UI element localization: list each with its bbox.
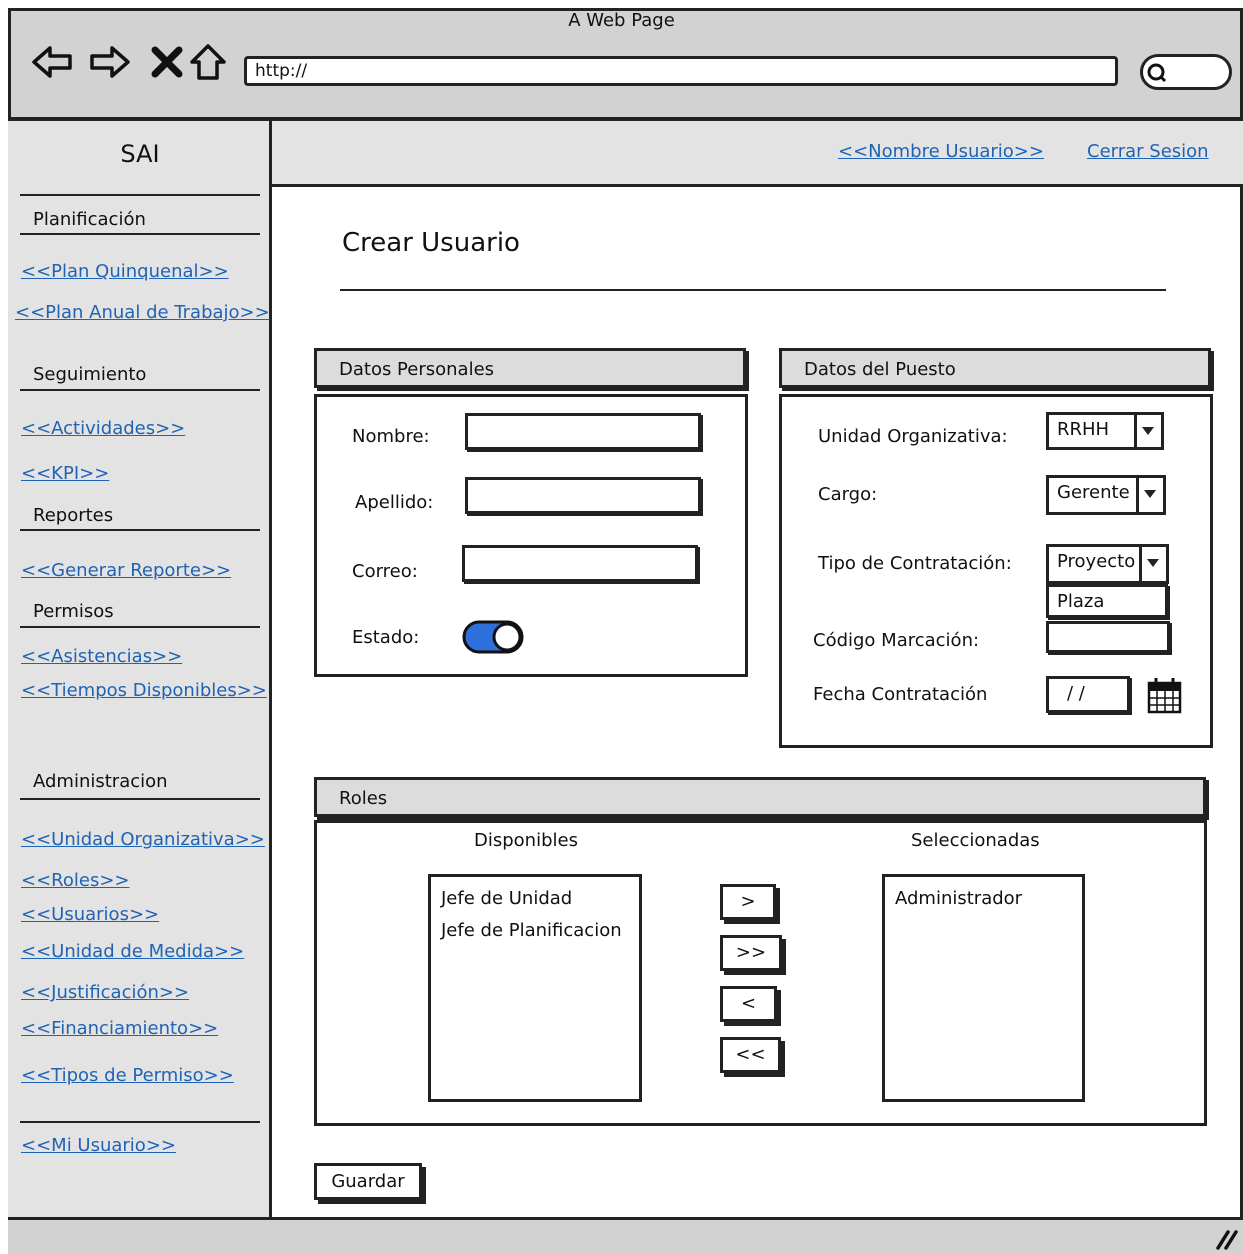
sidebar-link-generar-reporte[interactable]: <<Generar Reporte>> xyxy=(21,560,231,581)
selected-roles-list[interactable]: Administrador xyxy=(882,874,1085,1102)
chevron-down-icon[interactable] xyxy=(1134,415,1161,447)
save-button[interactable]: Guardar xyxy=(314,1163,422,1200)
page-title: Crear Usuario xyxy=(342,228,520,258)
window-title: A Web Page xyxy=(568,10,675,31)
list-item[interactable]: Jefe de Planificacion xyxy=(441,915,629,947)
sidebar-link-usuarios[interactable]: <<Usuarios>> xyxy=(21,904,159,925)
unidad-label: Unidad Organizativa: xyxy=(818,426,1008,447)
list-item[interactable]: Administrador xyxy=(895,883,1072,915)
divider xyxy=(20,798,260,800)
apellido-input[interactable] xyxy=(465,477,701,514)
tipo-contratacion-select[interactable]: Proyecto xyxy=(1046,544,1169,584)
move-all-right-button[interactable]: >> xyxy=(720,935,782,971)
logout-link[interactable]: Cerrar Sesion xyxy=(1087,141,1209,162)
divider xyxy=(20,1121,260,1123)
home-icon[interactable] xyxy=(186,40,230,84)
correo-input[interactable] xyxy=(462,545,698,582)
divider xyxy=(20,194,260,196)
search-icon[interactable] xyxy=(1144,60,1170,86)
divider xyxy=(20,233,260,235)
dropdown-option-plaza[interactable]: Plaza xyxy=(1046,584,1168,618)
forward-arrow-icon[interactable] xyxy=(88,40,132,84)
chevron-down-icon[interactable] xyxy=(1139,547,1166,581)
section-planificacion: Planificación xyxy=(33,209,146,230)
cargo-select-value: Gerente xyxy=(1057,482,1130,503)
sidebar-link-mi-usuario[interactable]: <<Mi Usuario>> xyxy=(21,1135,176,1156)
chevron-down-icon[interactable] xyxy=(1136,478,1163,512)
tipo-contratacion-value: Proyecto xyxy=(1057,551,1136,572)
nombre-input[interactable] xyxy=(465,413,701,450)
url-bar[interactable]: http:// xyxy=(244,56,1118,86)
section-administracion: Administracion xyxy=(33,771,168,792)
sidebar-link-tipos-permiso[interactable]: <<Tipos de Permiso>> xyxy=(21,1065,234,1086)
sidebar-link-unidad-organizativa[interactable]: <<Unidad Organizativa>> xyxy=(21,829,265,850)
codigo-marcacion-input[interactable] xyxy=(1046,621,1170,653)
cargo-label: Cargo: xyxy=(818,484,878,505)
sidebar-link-unidad-medida[interactable]: <<Unidad de Medida>> xyxy=(21,941,244,962)
correo-label: Correo: xyxy=(352,561,418,582)
section-seguimiento: Seguimiento xyxy=(33,364,147,385)
estado-label: Estado: xyxy=(352,627,420,648)
sidebar-link-plan-quinquenal[interactable]: <<Plan Quinquenal>> xyxy=(21,261,229,282)
fecha-contratacion-label: Fecha Contratación xyxy=(813,684,988,705)
sidebar-link-actividades[interactable]: <<Actividades>> xyxy=(21,418,185,439)
list-item[interactable]: Jefe de Unidad xyxy=(441,883,629,915)
title-divider xyxy=(340,289,1166,291)
sidebar-link-tiempos-disponibles[interactable]: <<Tiempos Disponibles>> xyxy=(21,680,267,701)
available-roles-list[interactable]: Jefe de Unidad Jefe de Planificacion xyxy=(428,874,642,1102)
apellido-label: Apellido: xyxy=(355,492,434,513)
divider xyxy=(20,529,260,531)
user-name-link[interactable]: <<Nombre Usuario>> xyxy=(838,141,1044,162)
panel-puesto-header: Datos del Puesto xyxy=(779,348,1211,388)
divider xyxy=(20,626,260,628)
nombre-label: Nombre: xyxy=(352,426,430,447)
sidebar-link-justificacion[interactable]: <<Justificación>> xyxy=(21,982,189,1003)
unidad-select[interactable]: RRHH xyxy=(1046,412,1164,450)
sidebar-link-financiamiento[interactable]: <<Financiamiento>> xyxy=(21,1018,218,1039)
app-title: SAI xyxy=(120,140,160,168)
status-bar xyxy=(8,1217,1243,1254)
panel-roles-header: Roles xyxy=(314,777,1206,817)
section-permisos: Permisos xyxy=(33,601,114,622)
panel-personal-header: Datos Personales xyxy=(314,348,746,388)
cargo-select[interactable]: Gerente xyxy=(1046,475,1166,515)
divider xyxy=(20,389,260,391)
sidebar-link-plan-anual[interactable]: <<Plan Anual de Trabajo>> xyxy=(15,302,270,323)
close-x-icon[interactable] xyxy=(146,40,190,84)
seleccionadas-title: Seleccionadas xyxy=(911,830,1040,851)
sidebar-link-asistencias[interactable]: <<Asistencias>> xyxy=(21,646,182,667)
move-all-left-button[interactable]: << xyxy=(720,1037,781,1073)
sidebar xyxy=(8,121,272,1217)
disponibles-title: Disponibles xyxy=(474,830,578,851)
move-one-left-button[interactable]: < xyxy=(720,986,777,1022)
resize-grip-icon[interactable] xyxy=(1214,1226,1238,1250)
sidebar-link-roles[interactable]: <<Roles>> xyxy=(21,870,130,891)
sidebar-link-kpi[interactable]: <<KPI>> xyxy=(21,463,109,484)
calendar-icon[interactable] xyxy=(1147,677,1183,715)
unidad-select-value: RRHH xyxy=(1057,419,1110,440)
codigo-marcacion-label: Código Marcación: xyxy=(813,630,980,651)
back-arrow-icon[interactable] xyxy=(30,40,74,84)
estado-toggle[interactable] xyxy=(462,619,526,655)
fecha-contratacion-input[interactable]: / / xyxy=(1046,676,1130,713)
move-one-right-button[interactable]: > xyxy=(720,884,776,920)
section-reportes: Reportes xyxy=(33,505,114,526)
tipo-contratacion-label: Tipo de Contratación: xyxy=(818,553,1012,574)
